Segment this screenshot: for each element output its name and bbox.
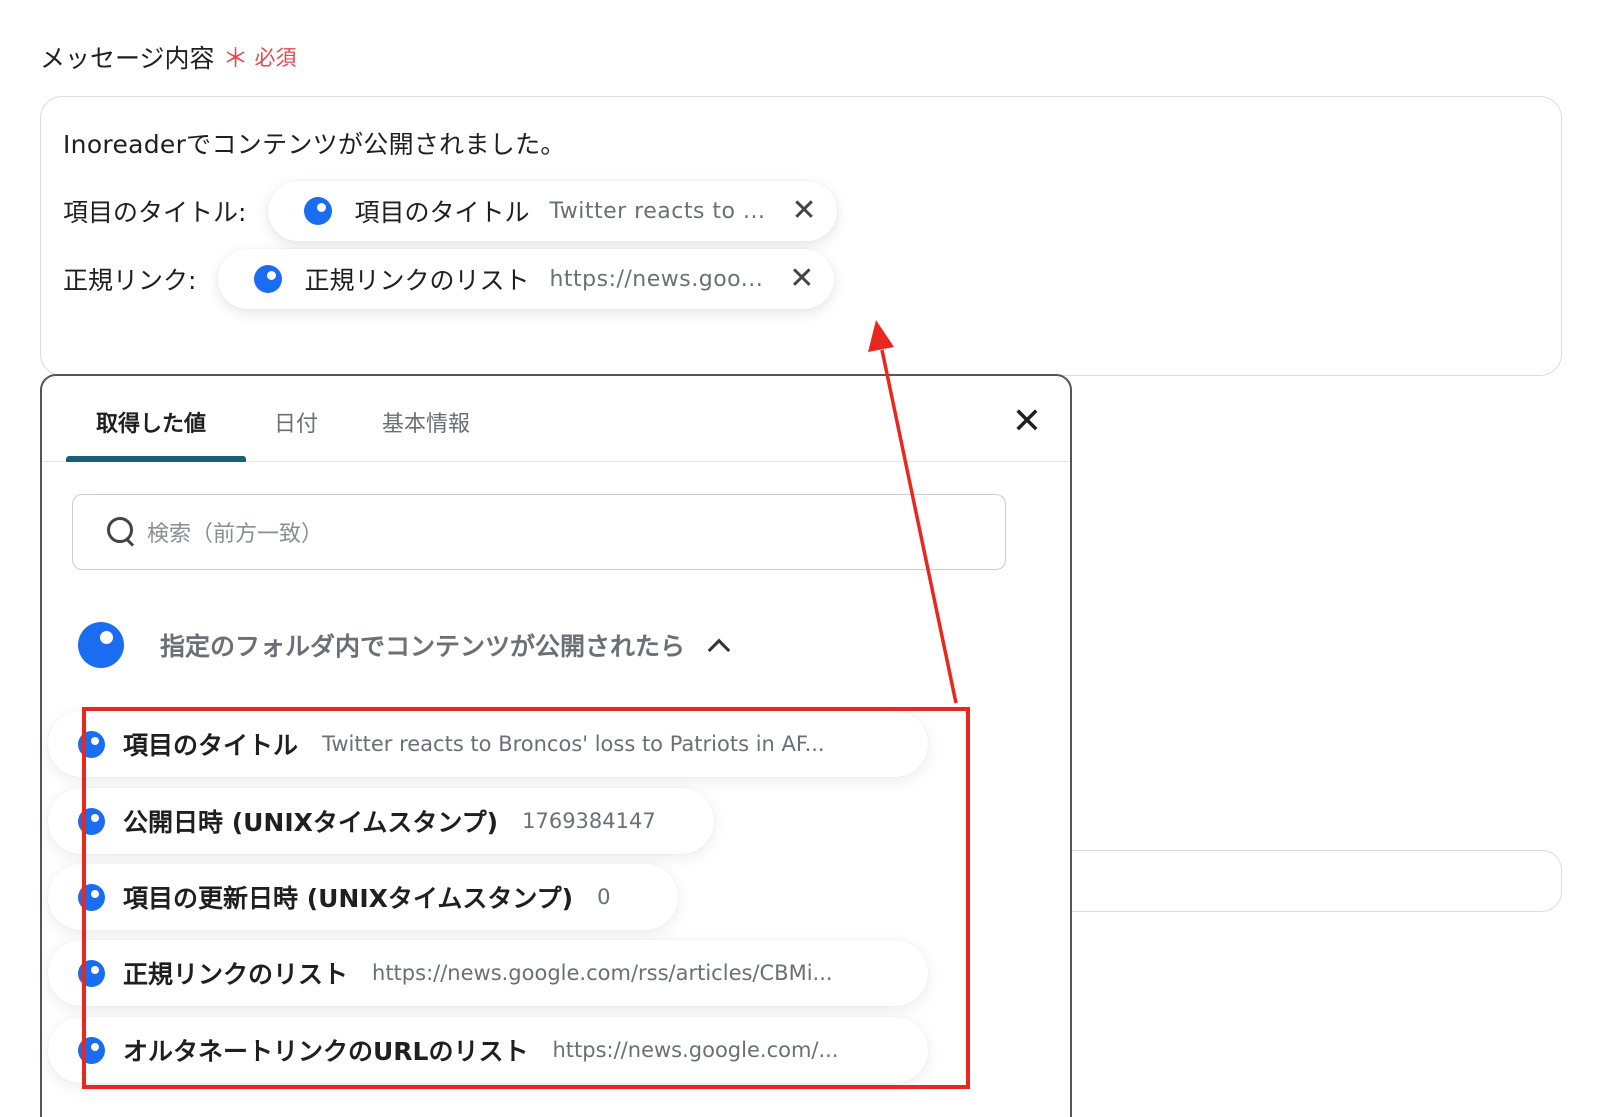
tab-date[interactable]: 日付 [274, 406, 318, 438]
chevron-up-icon[interactable] [707, 638, 731, 662]
tab-basic-info[interactable]: 基本情報 [382, 406, 470, 438]
message-row-link: 正規リンク: 正規リンクのリスト https://news.goo... ✕ [63, 249, 835, 309]
background-input[interactable] [990, 850, 1562, 912]
search-placeholder: 検索（前方一致） [147, 522, 324, 547]
trigger-section-header[interactable]: 指定のフォルダ内でコンテンツが公開されたら [78, 622, 731, 668]
chip-value: Twitter reacts to ... [549, 198, 766, 224]
variable-chip-link[interactable]: 正規リンクのリスト https://news.goo... ✕ [218, 249, 835, 309]
tab-acquired-values[interactable]: 取得した値 [96, 406, 206, 438]
required-text: 必須 [254, 45, 297, 70]
field-label-text: メッセージ内容 [40, 43, 215, 73]
chip-name: 項目のタイトル [354, 198, 530, 227]
variable-dot-icon [304, 197, 333, 225]
annotation-highlight-box [82, 707, 970, 1089]
active-tab-indicator [66, 456, 246, 462]
close-icon[interactable]: ✕ [1012, 404, 1042, 440]
trigger-dot-icon [78, 622, 124, 668]
chip-name: 正規リンクのリスト [304, 266, 530, 295]
message-editor[interactable]: Inoreaderでコンテンツが公開されました。 項目のタイトル: 項目のタイト… [40, 96, 1562, 376]
close-icon[interactable]: ✕ [789, 264, 814, 294]
row-label: 項目のタイトル: [63, 198, 247, 227]
row-label: 正規リンク: [63, 266, 197, 295]
chip-value: https://news.goo... [549, 266, 764, 292]
section-title: 指定のフォルダ内でコンテンツが公開されたら [160, 632, 686, 661]
field-label: メッセージ内容 ＊ 必須 [40, 38, 297, 75]
close-icon[interactable]: ✕ [792, 196, 817, 226]
search-icon [107, 517, 137, 547]
variable-dot-icon [254, 265, 283, 293]
search-input[interactable]: 検索（前方一致） [72, 494, 1006, 570]
required-star: ＊ [222, 44, 249, 74]
variable-chip-title[interactable]: 項目のタイトル Twitter reacts to ... ✕ [268, 181, 837, 241]
message-line: Inoreaderでコンテンツが公開されました。 [63, 130, 566, 159]
message-row-title: 項目のタイトル: 項目のタイトル Twitter reacts to ... ✕ [63, 181, 837, 241]
tab-bar: 取得した値 日付 基本情報 ✕ [42, 376, 1070, 462]
